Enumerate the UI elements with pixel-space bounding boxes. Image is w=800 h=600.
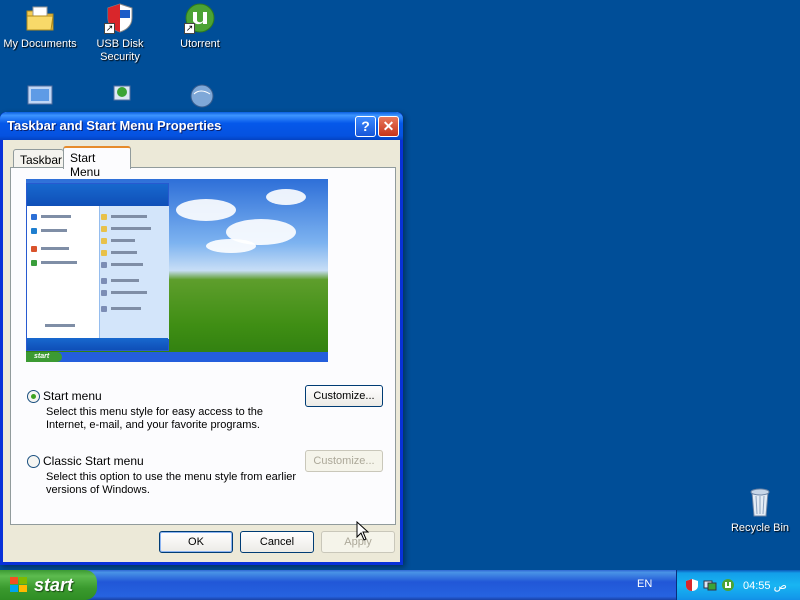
start-menu-option-description: Select this menu style for easy access t… xyxy=(46,406,264,431)
desktop-icon-usb-disk-security[interactable]: ↗ USB Disk Security xyxy=(80,2,160,64)
windows-logo-icon xyxy=(10,577,28,593)
folder-documents-icon xyxy=(24,2,56,34)
desktop-icon-label: My Documents xyxy=(3,38,77,50)
mouse-cursor-icon xyxy=(356,520,370,544)
globe-shortcut-icon xyxy=(184,82,216,114)
network-shortcut-icon xyxy=(104,82,136,114)
utorrent-icon: ↗ xyxy=(184,2,216,34)
clock[interactable]: 04:55 ص xyxy=(743,579,787,592)
help-button[interactable]: ? xyxy=(355,116,376,137)
classic-start-menu-option-label[interactable]: Classic Start menu xyxy=(43,454,144,468)
tab-start-menu[interactable]: Start Menu xyxy=(63,146,131,179)
preview-start-menu xyxy=(26,183,169,351)
desktop-icon-my-documents[interactable]: My Documents xyxy=(0,2,80,51)
usb-security-shield-icon: ↗ xyxy=(104,2,136,34)
cancel-button[interactable]: Cancel xyxy=(240,531,314,553)
classic-start-menu-radio[interactable] xyxy=(27,455,40,468)
desktop-icon-label: USB Disk Security xyxy=(96,38,144,63)
customize-start-menu-button[interactable]: Customize... xyxy=(305,385,383,407)
start-menu-radio[interactable] xyxy=(27,390,40,403)
utorrent-tray-icon[interactable] xyxy=(721,578,735,592)
network-tray-icon[interactable] xyxy=(703,578,717,592)
usb-security-tray-icon[interactable] xyxy=(685,578,699,592)
ok-button[interactable]: OK xyxy=(159,531,233,553)
dialog-titlebar[interactable]: Taskbar and Start Menu Properties ? ✕ xyxy=(0,112,403,140)
tab-taskbar[interactable]: Taskbar xyxy=(13,149,64,169)
start-menu-preview-image: start xyxy=(26,179,328,362)
dialog-title: Taskbar and Start Menu Properties xyxy=(7,118,222,133)
taskbar: start EN 04:55 ص xyxy=(0,570,800,600)
desktop-icon-label: Utorrent xyxy=(180,38,220,50)
shortcut-arrow-icon: ↗ xyxy=(104,23,115,34)
desktop-icon-recycle-bin[interactable]: Recycle Bin xyxy=(720,486,800,535)
recycle-bin-icon xyxy=(744,486,776,518)
classic-start-menu-option-description: Select this option to use the menu style… xyxy=(46,471,297,496)
taskbar-start-menu-properties-dialog: Taskbar and Start Menu Properties ? ✕ Ta… xyxy=(0,112,403,565)
desktop-icon-utorrent[interactable]: ↗ Utorrent xyxy=(160,2,240,51)
desktop-icon-label: Recycle Bin xyxy=(730,522,790,534)
start-menu-tab-panel: start Start menu Select this menu style … xyxy=(10,167,396,525)
shortcut-arrow-icon: ↗ xyxy=(184,23,195,34)
system-tray: 04:55 ص xyxy=(676,570,800,600)
start-button-label: start xyxy=(34,575,74,595)
customize-classic-menu-button[interactable]: Customize... xyxy=(305,450,383,472)
language-indicator[interactable]: EN xyxy=(637,578,652,590)
start-menu-option-label[interactable]: Start menu xyxy=(43,389,102,403)
computer-icon xyxy=(24,82,56,114)
start-button[interactable]: start xyxy=(0,570,97,600)
close-button[interactable]: ✕ xyxy=(378,116,399,137)
